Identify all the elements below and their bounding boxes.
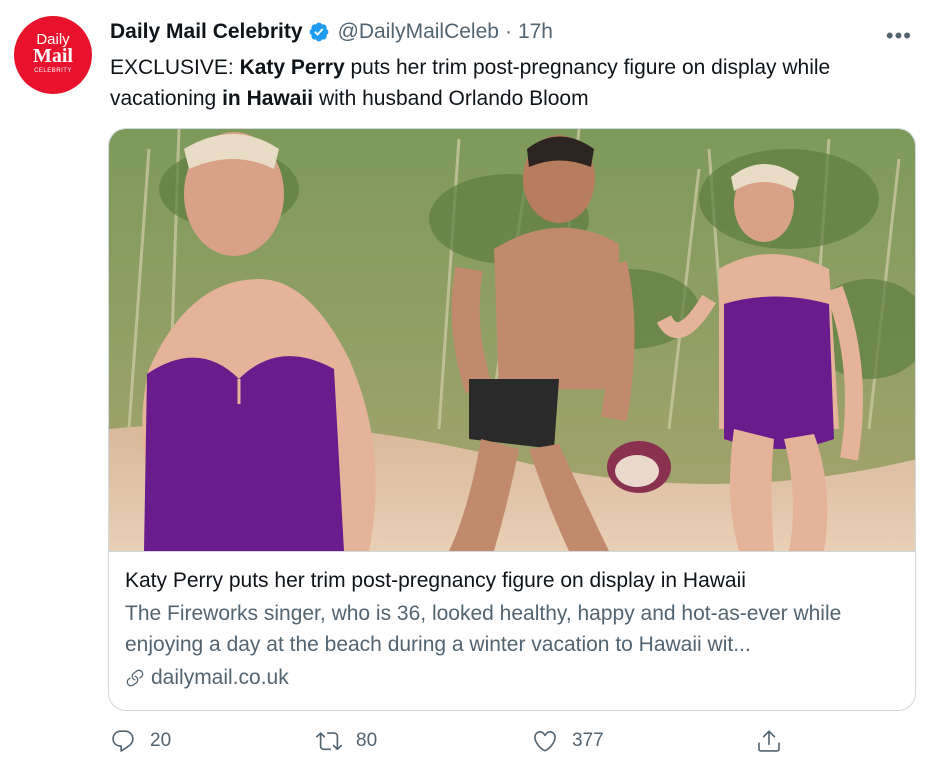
tweet-header: Daily Mail Celebrity @DailyMailCeleb · 1… (110, 17, 924, 49)
tweet-text: EXCLUSIVE: Katy Perry puts her trim post… (110, 52, 925, 114)
avatar[interactable]: Daily Mail CELEBRITY (14, 16, 92, 94)
share-button[interactable] (756, 728, 796, 754)
timestamp[interactable]: 17h (518, 20, 553, 44)
card-domain[interactable]: dailymail.co.uk (125, 663, 899, 693)
card-description: The Fireworks singer, who is 36, looked … (125, 602, 842, 656)
card-title[interactable]: Katy Perry puts her trim post-pregnancy … (125, 566, 899, 596)
like-button[interactable]: 377 (532, 728, 604, 754)
reply-count: 20 (150, 730, 172, 751)
tweet-text-bold: Katy Perry (239, 56, 345, 79)
tweet-text-part: EXCLUSIVE: (110, 56, 240, 79)
like-count: 377 (572, 730, 604, 751)
tweet-text-part: with husband Orlando Bloom (313, 87, 589, 110)
retweet-count: 80 (356, 730, 378, 751)
reply-button[interactable]: 20 (110, 728, 171, 754)
retweet-button[interactable]: 80 (316, 728, 377, 754)
avatar-text-celebrity: CELEBRITY (34, 68, 72, 74)
handle[interactable]: @DailyMailCeleb (338, 20, 499, 44)
tweet: Daily Mail CELEBRITY Daily Mail Celebrit… (0, 0, 940, 768)
separator-dot: · (504, 20, 512, 43)
card-domain-text: dailymail.co.uk (151, 666, 289, 689)
card-photo-illustration (109, 129, 915, 551)
reply-icon (112, 730, 134, 752)
tweet-text-bold: in Hawaii (222, 87, 314, 110)
retweet-icon (316, 732, 342, 751)
card-image[interactable] (109, 129, 915, 552)
action-bar: 20 80 377 (108, 728, 808, 762)
avatar-text-mail: Mail (33, 45, 73, 67)
more-options-icon[interactable]: ••• (886, 23, 912, 49)
card-body: Katy Perry puts her trim post-pregnancy … (109, 552, 915, 707)
display-name[interactable]: Daily Mail Celebrity (110, 20, 303, 44)
link-icon (126, 669, 144, 687)
share-icon (758, 730, 780, 752)
verified-badge-icon (308, 21, 330, 43)
like-icon (534, 730, 556, 752)
link-card[interactable]: Katy Perry puts her trim post-pregnancy … (108, 128, 916, 711)
